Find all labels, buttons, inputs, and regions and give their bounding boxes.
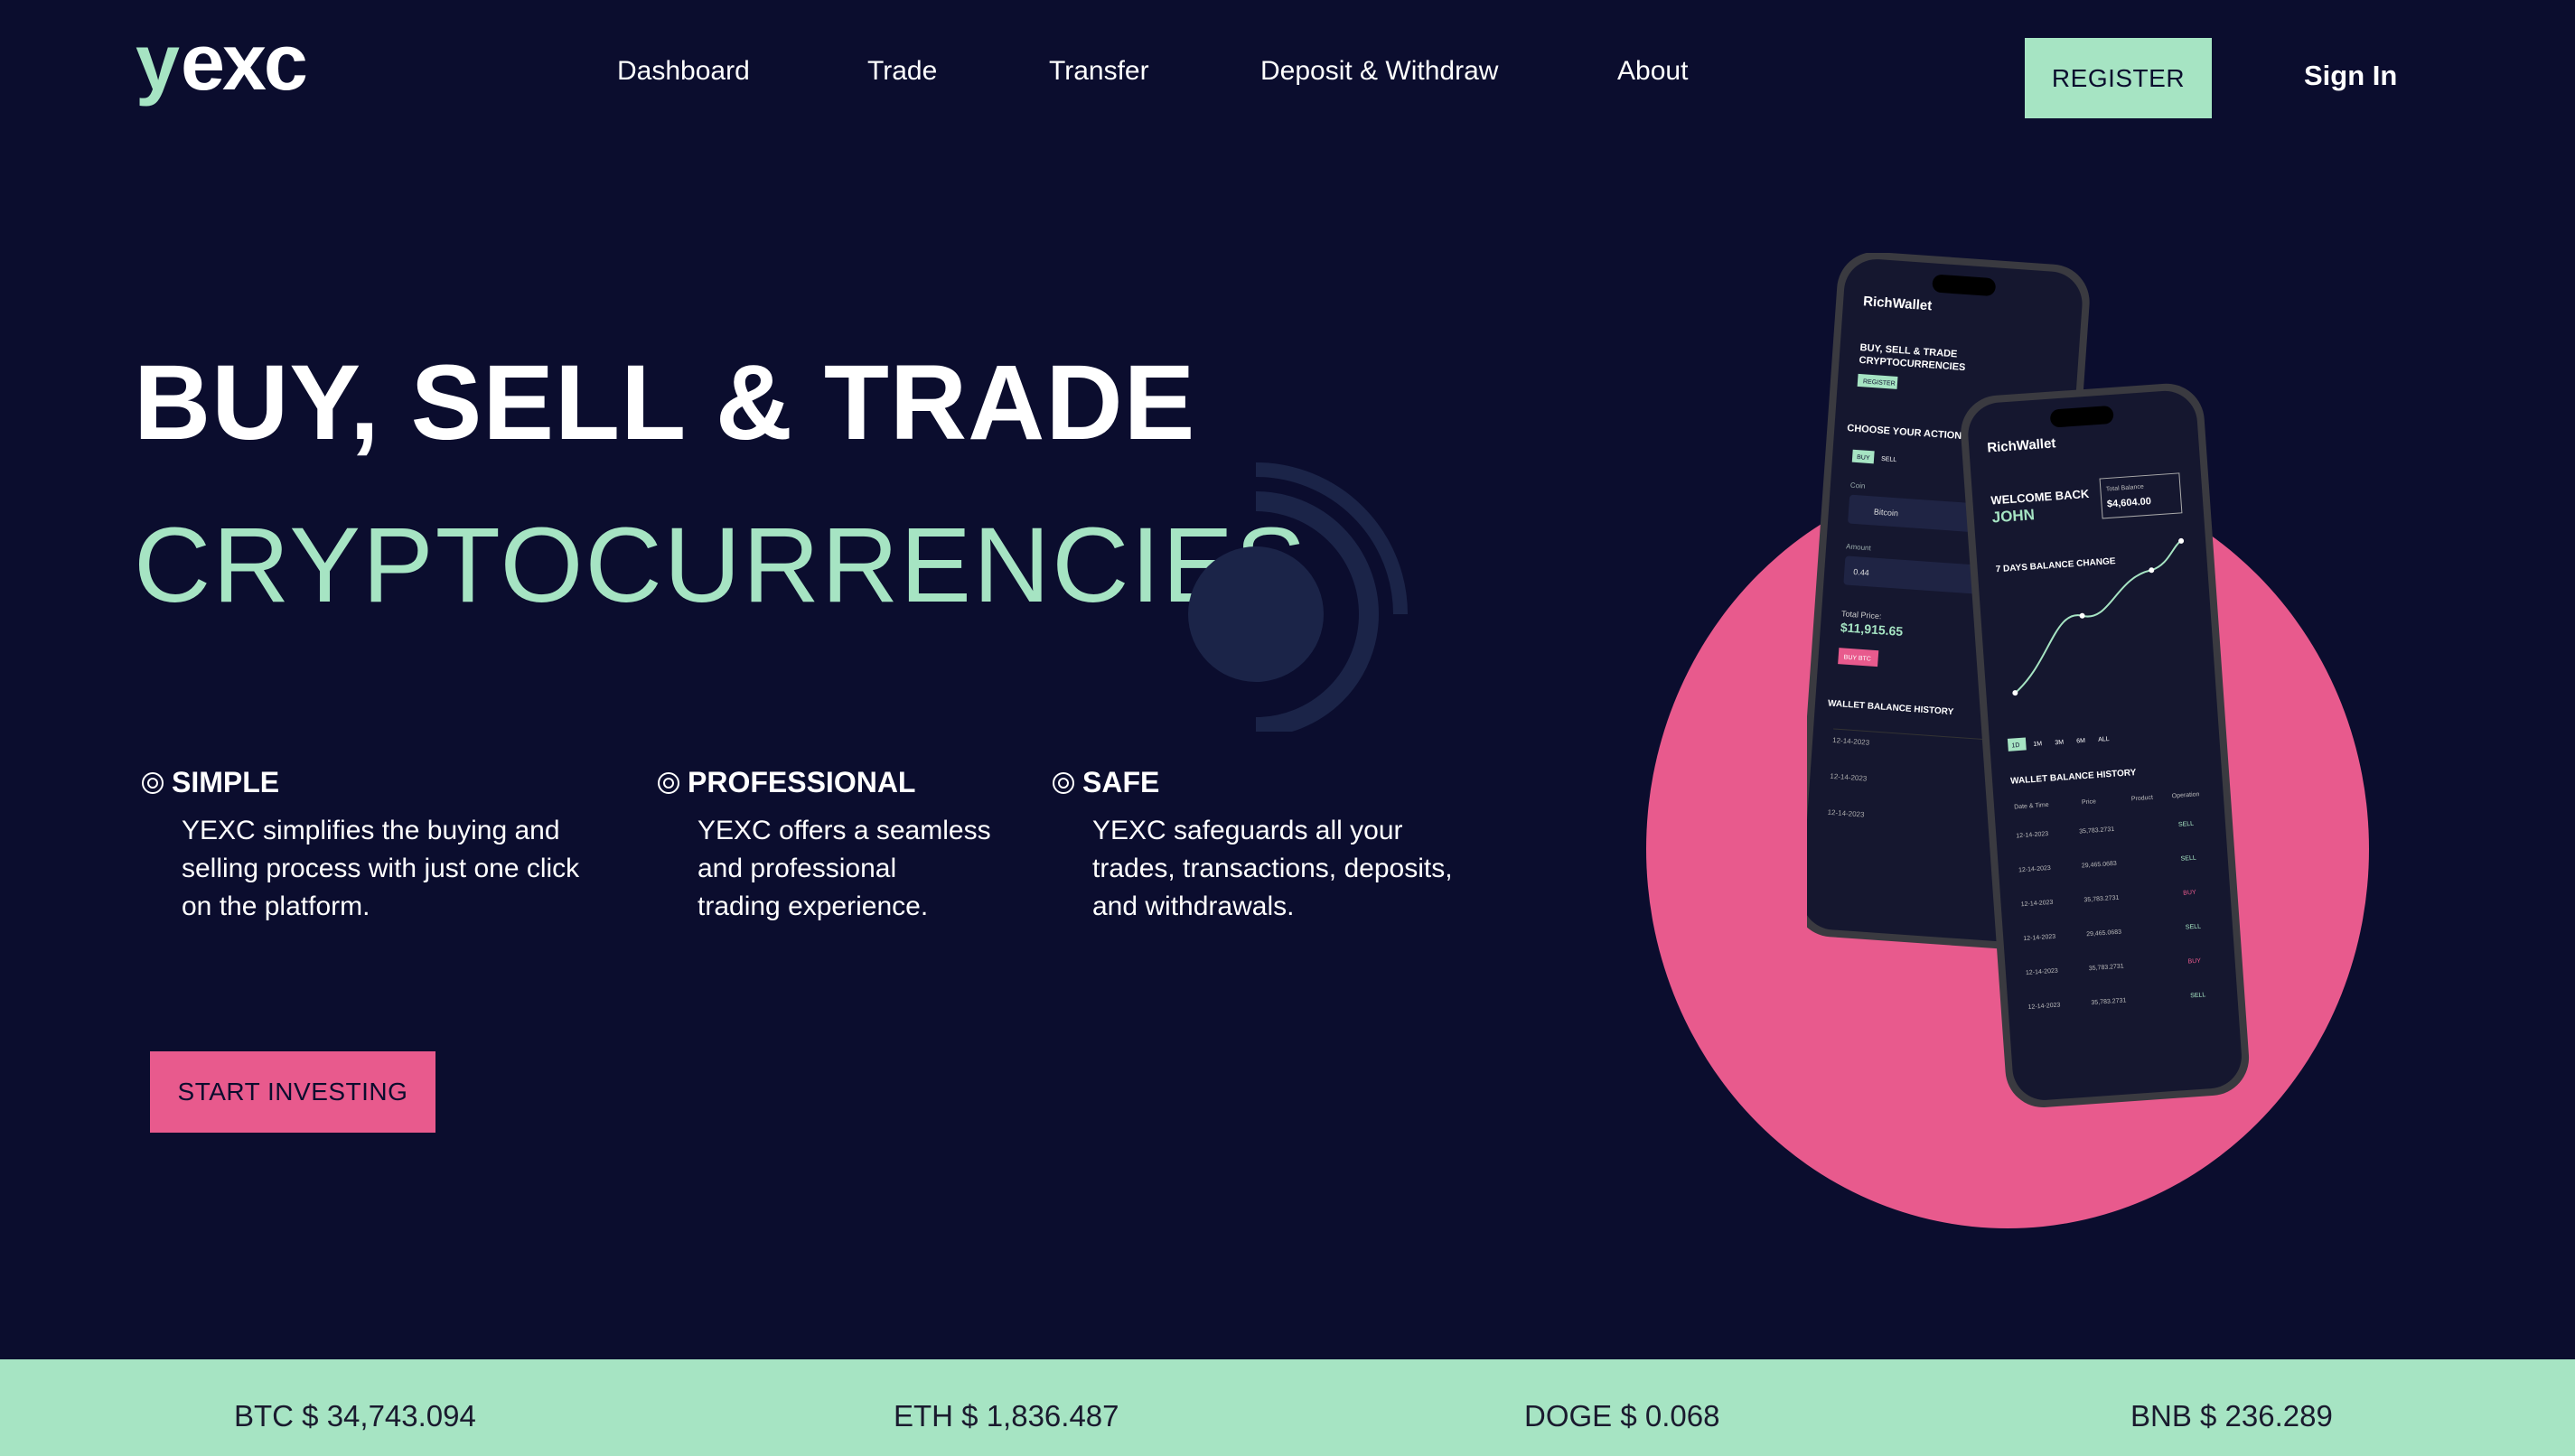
feature-desc-line: YEXC offers a seamless — [698, 816, 991, 845]
svg-text:SELL: SELL — [1881, 456, 1897, 463]
svg-text:BUY: BUY — [2187, 958, 2201, 966]
svg-text:Price: Price — [2082, 798, 2097, 806]
start-investing-button[interactable]: START INVESTING — [150, 1051, 435, 1133]
target-icon — [142, 771, 164, 794]
target-icon — [658, 771, 679, 794]
ticker-btc: BTC $ 34,743.094 — [234, 1399, 476, 1433]
svg-text:BUY: BUY — [1857, 454, 1870, 462]
svg-text:JOHN: JOHN — [1991, 506, 2035, 526]
ticker-eth: ETH $ 1,836.487 — [894, 1399, 1119, 1433]
yexc-logo[interactable]: y exc — [136, 31, 352, 121]
feature-desc-line: trades, transactions, deposits, — [1092, 854, 1453, 883]
feature-professional: PROFESSIONAL YEXC offers a seamless and … — [657, 766, 991, 926]
svg-text:0.44: 0.44 — [1853, 567, 1869, 577]
price-ticker: BTC $ 34,743.094 ETH $ 1,836.487 DOGE $ … — [0, 1359, 2575, 1456]
feature-title: PROFESSIONAL — [688, 766, 916, 798]
svg-text:1M: 1M — [2033, 741, 2042, 748]
feature-title: SAFE — [1082, 766, 1160, 798]
nav-deposit-withdraw[interactable]: Deposit & Withdraw — [1260, 56, 1498, 87]
signal-decoration-icon — [1188, 462, 1408, 732]
feature-desc-line: YEXC simplifies the buying and — [182, 816, 560, 845]
ticker-bnb: BNB $ 236.289 — [2130, 1399, 2333, 1433]
hero-title-line2: CRYPTOCURRENCIES — [134, 506, 1308, 625]
svg-text:Bitcoin: Bitcoin — [1874, 507, 1899, 518]
feature-desc-line: YEXC safeguards all your — [1092, 816, 1403, 845]
feature-title: SIMPLE — [172, 766, 280, 798]
hero-title-line1: BUY, SELL & TRADE — [134, 343, 1196, 462]
signin-link[interactable]: Sign In — [2304, 60, 2397, 92]
feature-desc-line: trading experience. — [698, 891, 929, 921]
nav-transfer[interactable]: Transfer — [1049, 56, 1149, 87]
svg-text:ALL: ALL — [2098, 736, 2110, 743]
svg-text:BUY: BUY — [2183, 890, 2196, 897]
register-button[interactable]: REGISTER — [2025, 38, 2212, 118]
phone-mockups: RichWallet BUY, SELL & TRADE CRYPTOCURRE… — [1807, 253, 2250, 1107]
feature-simple: SIMPLE YEXC simplifies the buying and se… — [141, 766, 579, 926]
feature-safe: SAFE YEXC safeguards all your trades, tr… — [1052, 766, 1453, 926]
svg-text:Coin: Coin — [1850, 481, 1866, 490]
svg-text:SELL: SELL — [2180, 855, 2196, 863]
nav-about[interactable]: About — [1617, 56, 1688, 87]
ticker-doge: DOGE $ 0.068 — [1524, 1399, 1720, 1433]
svg-text:SELL: SELL — [2178, 821, 2195, 828]
feature-desc-line: selling process with just one click — [182, 854, 580, 883]
svg-text:3M: 3M — [2055, 740, 2064, 747]
feature-desc-line: and withdrawals. — [1092, 891, 1295, 921]
nav-trade[interactable]: Trade — [867, 56, 937, 87]
svg-text:6M: 6M — [2076, 738, 2085, 745]
svg-text:1D: 1D — [2011, 742, 2019, 750]
svg-text:exc: exc — [181, 31, 306, 107]
phone-front: RichWallet WELCOME BACK JOHN Total Balan… — [1961, 383, 2250, 1107]
svg-text:y: y — [136, 31, 180, 107]
feature-desc-line: on the platform. — [182, 891, 370, 921]
svg-text:SELL: SELL — [2190, 992, 2206, 999]
svg-text:SELL: SELL — [2186, 923, 2202, 930]
target-icon — [1053, 771, 1074, 794]
feature-desc-line: and professional — [698, 854, 897, 883]
nav-dashboard[interactable]: Dashboard — [617, 56, 750, 87]
